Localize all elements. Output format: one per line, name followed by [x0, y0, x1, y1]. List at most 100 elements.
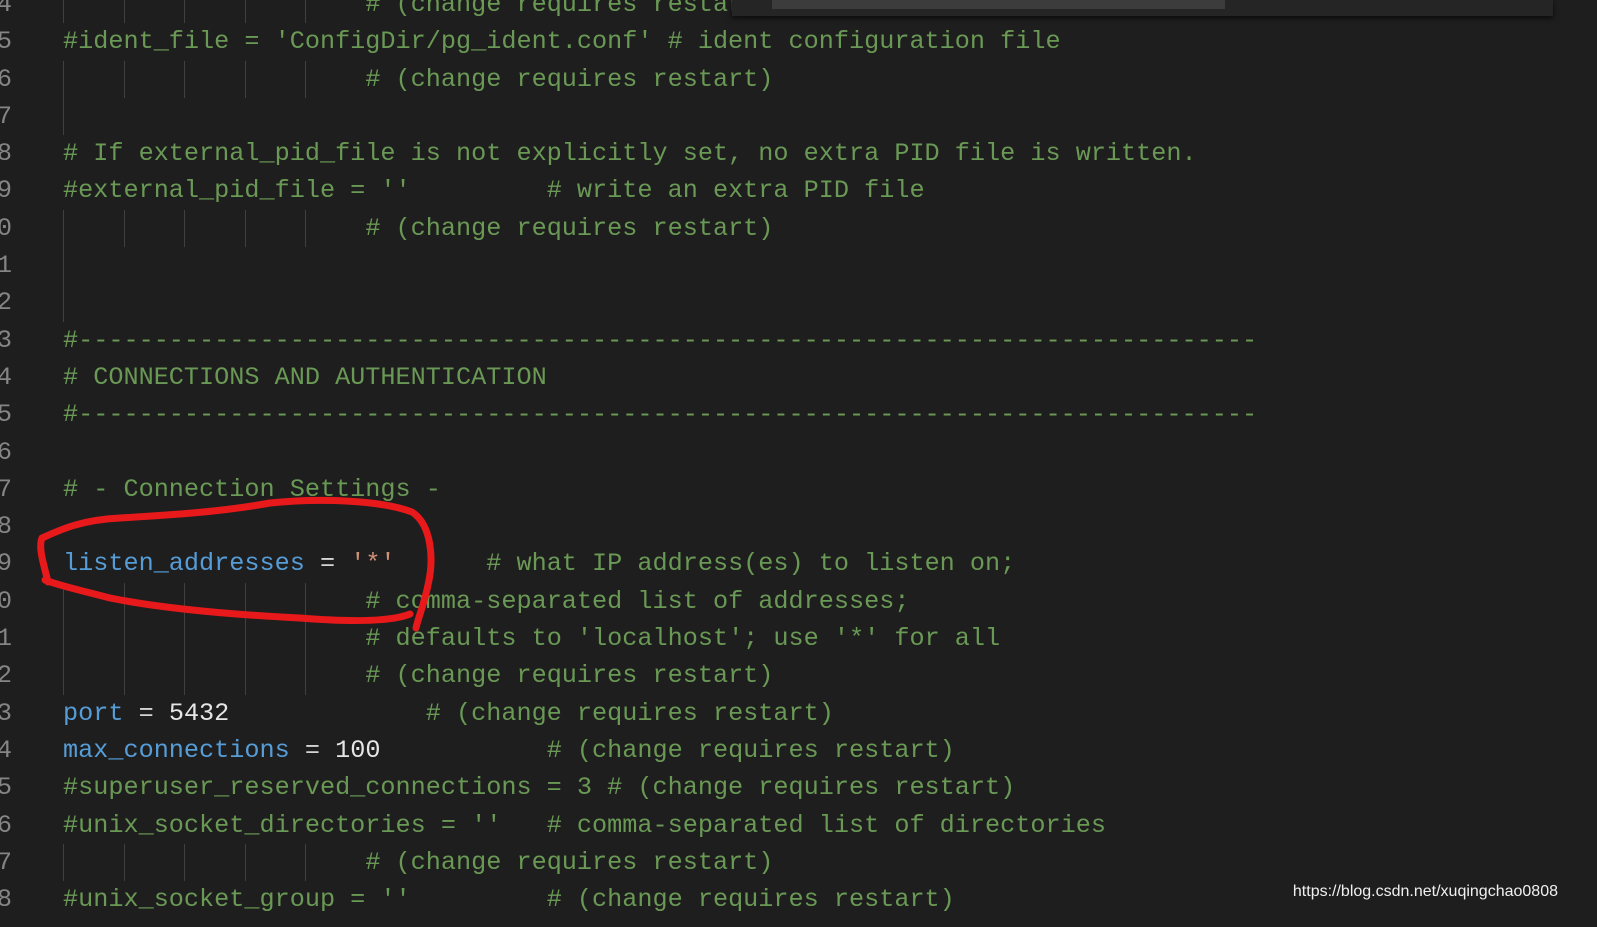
- comment-token: # defaults to 'localhost'; use '*' for a…: [63, 624, 1001, 654]
- comment-token: #superuser_reserved_connections = 3 # (c…: [63, 773, 1016, 803]
- line-content: #ident_file = 'ConfigDir/pg_ident.conf' …: [63, 23, 1061, 60]
- line-number: 2: [0, 288, 12, 318]
- line-number: 3: [0, 698, 12, 728]
- code-line[interactable]: 5 #--------------------------------------…: [0, 396, 1597, 433]
- line-number: 8: [0, 512, 12, 542]
- comment-token: # (change requires restart): [63, 0, 774, 19]
- line-number: 5: [0, 773, 12, 803]
- comment-token: # - Connection Settings -: [63, 474, 441, 504]
- code-line[interactable]: 7 # - Connection Settings -: [0, 471, 1597, 508]
- line-content: # (change requires restart): [63, 0, 773, 23]
- code-line[interactable]: 3 port = 5432 # (change requires restart): [0, 695, 1597, 732]
- code-line[interactable]: 8 # If external_pid_file is not explicitl…: [0, 135, 1597, 172]
- comment-token: #external_pid_file = '' # write an extra…: [63, 176, 925, 206]
- line-number: 7: [0, 101, 12, 131]
- line-number: 4: [0, 0, 12, 19]
- comment-token: # comma-separated list of addresses;: [63, 586, 910, 616]
- comment-token: # (change requires restart): [63, 661, 774, 691]
- code-line[interactable]: 7: [0, 97, 1597, 136]
- comment-token: #---------------------------------------…: [63, 400, 1258, 430]
- code-line[interactable]: 6: [0, 434, 1597, 471]
- code-line[interactable]: 4 max_connections = 100 # (change require…: [0, 732, 1597, 769]
- line-number: 4: [0, 362, 12, 392]
- line-content: port = 5432 # (change requires restart): [63, 695, 834, 732]
- comment-token: # (change requires restart): [380, 735, 955, 765]
- line-content: # comma-separated list of addresses;: [63, 583, 909, 620]
- line-content: # CONNECTIONS AND AUTHENTICATION: [63, 359, 547, 396]
- code-line[interactable]: 9 listen_addresses = '*' # what IP addres…: [0, 545, 1597, 582]
- line-number: 6: [0, 437, 12, 467]
- code-line[interactable]: 1: [0, 247, 1597, 285]
- code-line[interactable]: 1 # defaults to 'localhost'; use '*' for…: [0, 620, 1597, 658]
- line-number: 7: [0, 847, 12, 877]
- code-line[interactable]: 0 # (change requires restart): [0, 209, 1597, 248]
- indent-guide: [63, 284, 64, 322]
- line-content: #---------------------------------------…: [63, 396, 1257, 433]
- comment-token: # If external_pid_file is not explicitly…: [63, 139, 1197, 169]
- line-content: # (change requires restart): [63, 61, 773, 98]
- watermark: https://blog.csdn.net/xuqingchao0808: [1292, 883, 1558, 900]
- comment-token: #ident_file = 'ConfigDir/pg_ident.conf' …: [63, 27, 1061, 57]
- line-content: #external_pid_file = '' # write an extra…: [63, 172, 925, 209]
- line-number: 0: [0, 586, 12, 616]
- line-content: # (change requires restart): [63, 657, 773, 694]
- comment-token: # (change requires restart): [63, 213, 774, 243]
- line-content: listen_addresses = '*' # what IP address…: [63, 545, 1015, 582]
- line-content: #---------------------------------------…: [63, 322, 1257, 359]
- line-number: 2: [0, 661, 12, 691]
- number-token: 100: [335, 735, 381, 765]
- line-number: 1: [0, 624, 12, 654]
- line-content: max_connections = 100 # (change requires…: [63, 732, 955, 769]
- indent-guide: [63, 247, 64, 285]
- line-content: #unix_socket_directories = '' # comma-se…: [63, 807, 1106, 844]
- comment-token: # what IP address(es) to listen on;: [395, 549, 1016, 579]
- code-line[interactable]: 5 #ident_file = 'ConfigDir/pg_ident.conf'…: [0, 23, 1597, 60]
- find-widget-overlay: [732, 0, 1553, 16]
- indent-guide: [63, 97, 64, 136]
- comment-token: #unix_socket_directories = '' # comma-se…: [63, 810, 1106, 840]
- code-line[interactable]: 5 #superuser_reserved_connections = 3 # (…: [0, 769, 1597, 806]
- number-token: 5432: [168, 698, 230, 728]
- operator-token: =: [304, 549, 351, 579]
- line-content: # - Connection Settings -: [63, 471, 441, 508]
- line-number: 9: [0, 176, 12, 206]
- line-content: #superuser_reserved_connections = 3 # (c…: [63, 769, 1015, 806]
- code-line[interactable]: 7 # (change requires restart): [0, 843, 1597, 882]
- code-line[interactable]: 2 # (change requires restart): [0, 657, 1597, 695]
- code-line[interactable]: 4 # CONNECTIONS AND AUTHENTICATION: [0, 359, 1597, 396]
- line-number: 1: [0, 251, 12, 281]
- line-number: 0: [0, 213, 12, 243]
- key-token: port: [63, 698, 124, 728]
- line-number: 6: [0, 810, 12, 840]
- line-number: 5: [0, 400, 12, 430]
- line-content: # (change requires restart): [63, 844, 773, 881]
- code-line[interactable]: 3 #--------------------------------------…: [0, 322, 1597, 359]
- line-number: 8: [0, 885, 12, 915]
- line-content: # (change requires restart): [63, 210, 773, 247]
- comment-token: # (change requires restart): [63, 64, 774, 94]
- comment-token: #unix_socket_group = '' # (change requir…: [63, 885, 955, 915]
- line-content: # defaults to 'localhost'; use '*' for a…: [63, 620, 1000, 657]
- comment-token: #---------------------------------------…: [63, 325, 1258, 355]
- line-content: # If external_pid_file is not explicitly…: [63, 135, 1197, 172]
- code-editor[interactable]: 4 # (change requires restart) 5 #ident_fil…: [0, 0, 1597, 918]
- comment-token: # (change requires restart): [229, 698, 834, 728]
- key-token: max_connections: [63, 735, 290, 765]
- line-number: 4: [0, 735, 12, 765]
- code-line[interactable]: 0 # comma-separated list of addresses;: [0, 582, 1597, 621]
- code-line[interactable]: 6 #unix_socket_directories = '' # comma-s…: [0, 807, 1597, 844]
- string-token: '*': [350, 549, 396, 579]
- key-token: listen_addresses: [63, 549, 305, 579]
- code-line[interactable]: 9 #external_pid_file = '' # write an extr…: [0, 172, 1597, 209]
- operator-token: =: [289, 735, 336, 765]
- code-line[interactable]: 8: [0, 508, 1597, 545]
- line-number: 3: [0, 325, 12, 355]
- line-content: #unix_socket_group = '' # (change requir…: [63, 881, 955, 918]
- find-input[interactable]: [772, 0, 1225, 9]
- line-number: 5: [0, 27, 12, 57]
- line-number: 9: [0, 549, 12, 579]
- code-line[interactable]: 2: [0, 284, 1597, 322]
- line-number: 6: [0, 64, 12, 94]
- code-line[interactable]: 6 # (change requires restart): [0, 60, 1597, 98]
- operator-token: =: [123, 698, 169, 728]
